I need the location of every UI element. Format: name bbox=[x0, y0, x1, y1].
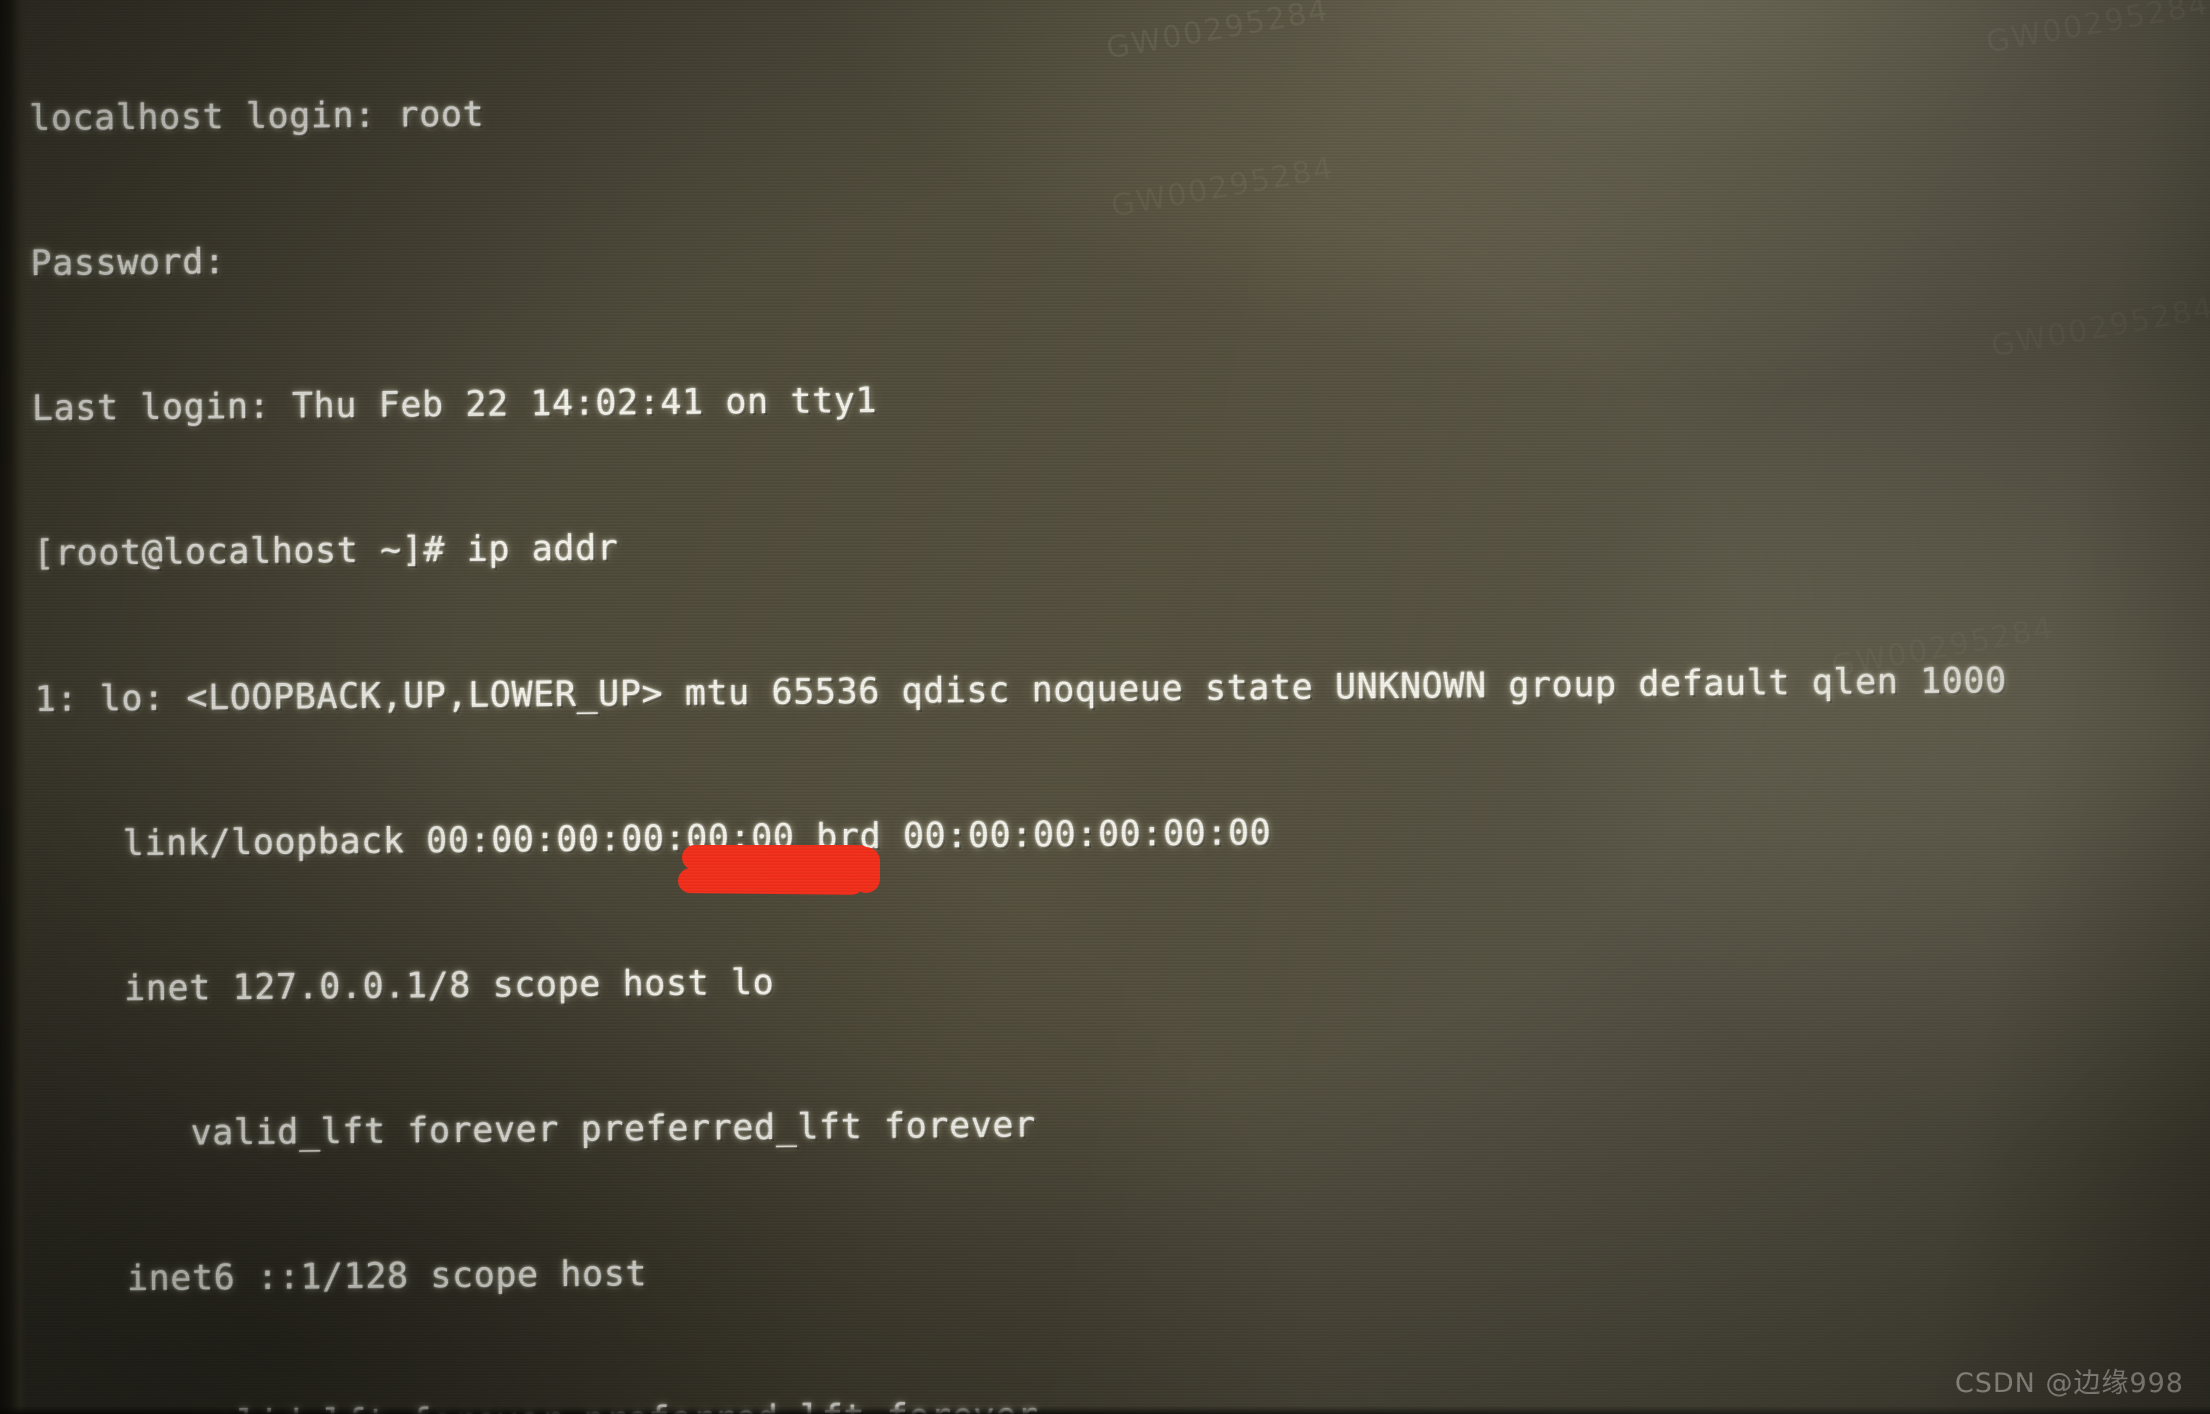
screen-bezel-left bbox=[0, 0, 26, 1414]
terminal-screen-photo: localhost login: root Password: Last log… bbox=[0, 0, 2210, 1414]
console-line-lo-link: link/loopback 00:00:00:00:00:00 brd 00:0… bbox=[35, 812, 1272, 865]
console-line-login: localhost login: root bbox=[28, 94, 485, 139]
console-line-cmd-ip-addr: [root@localhost ~]# ip addr bbox=[33, 528, 619, 575]
console-line-lo-inet6: inet6 ::1/128 scope host bbox=[40, 1254, 648, 1301]
console-line-lo-inet-lft: valid_lft forever preferred_lft forever bbox=[38, 1105, 1036, 1156]
console-line-lo-inet: inet 127.0.0.1/8 scope host lo bbox=[37, 962, 775, 1010]
console-line-lo-header: 1: lo: <LOOPBACK,UP,LOWER_UP> mtu 65536 … bbox=[34, 660, 2007, 720]
console-output: localhost login: root Password: Last log… bbox=[28, 0, 2210, 1414]
console-line-password: Password: bbox=[30, 242, 226, 285]
console-line-last-login: Last login: Thu Feb 22 14:02:41 on tty1 bbox=[31, 381, 878, 430]
console-line-lo-inet6-lft: valid_lft forever preferred_lft forever bbox=[41, 1380, 2210, 1414]
